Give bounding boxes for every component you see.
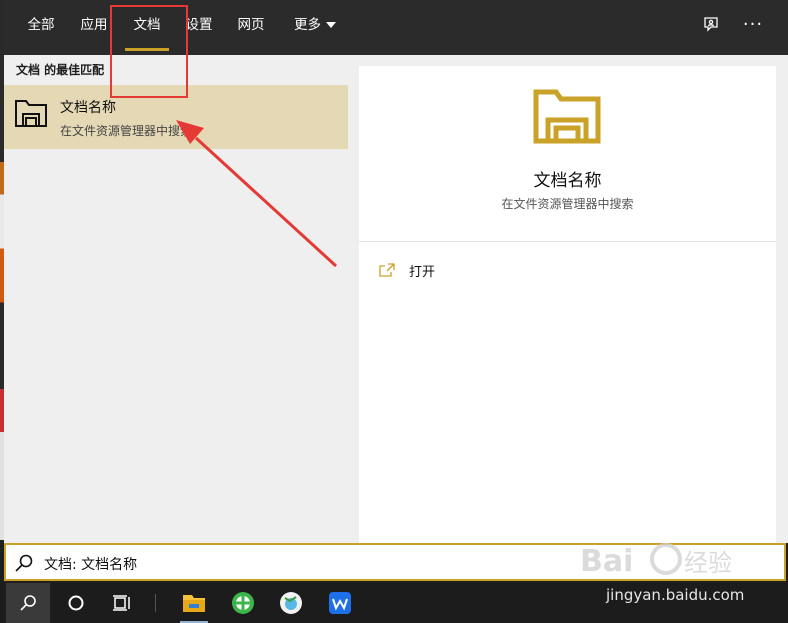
preview-pane: 文档名称 在文件资源管理器中搜索 打开: [359, 66, 776, 543]
folder-icon: [15, 100, 47, 127]
result-name: 文档名称: [60, 100, 116, 116]
result-subtitle: 在文件资源管理器中搜索: [60, 124, 193, 138]
app-taskbar-button[interactable]: [271, 583, 311, 623]
app-icon: [280, 592, 302, 614]
browser-taskbar-button[interactable]: [223, 583, 263, 623]
tab-web[interactable]: 网页: [228, 0, 274, 55]
tab-more[interactable]: 更多: [284, 0, 346, 55]
watermark-url: jingyan.baidu.com: [606, 586, 745, 604]
search-input[interactable]: 文档: 文档名称: [44, 554, 137, 574]
wps-icon: [329, 592, 351, 614]
cortana-button[interactable]: [56, 583, 96, 623]
results-pane: 文档 的最佳匹配 文档名称 在文件资源管理器中搜索: [4, 55, 348, 543]
search-scope-tabs: 全部 应用 文档 设置 网页 更多 ···: [4, 0, 788, 55]
tab-apps[interactable]: 应用: [72, 0, 116, 55]
more-options-icon[interactable]: ···: [742, 14, 764, 36]
task-view-icon: [113, 595, 130, 611]
svg-text:经验: 经验: [684, 549, 732, 577]
svg-text:Bai: Bai: [580, 544, 633, 579]
tab-documents[interactable]: 文档: [122, 0, 172, 55]
file-explorer-icon: [183, 595, 205, 612]
folder-icon: [533, 89, 601, 144]
preview-divider: [359, 241, 776, 242]
chevron-down-icon: [326, 22, 336, 28]
browser-icon: [232, 592, 254, 614]
baidu-watermark-logo: Bai 经验: [580, 543, 732, 579]
feedback-icon[interactable]: [700, 14, 722, 36]
file-explorer-taskbar-button[interactable]: [174, 583, 214, 623]
open-action[interactable]: 打开: [379, 259, 435, 281]
tab-settings[interactable]: 设置: [176, 0, 222, 55]
tab-all[interactable]: 全部: [18, 0, 64, 55]
taskbar-separator: [155, 594, 156, 612]
preview-title: 文档名称: [533, 171, 602, 191]
best-match-result[interactable]: 文档名称 在文件资源管理器中搜索: [4, 85, 348, 149]
open-icon: [379, 263, 395, 277]
preview-subtitle: 在文件资源管理器中搜索: [501, 197, 634, 211]
taskbar-search-button[interactable]: [6, 583, 50, 623]
search-icon: [20, 595, 36, 611]
cortana-icon: [68, 595, 84, 611]
search-icon: [15, 554, 33, 572]
wps-taskbar-button[interactable]: [320, 583, 360, 623]
task-view-button[interactable]: [102, 583, 142, 623]
best-match-heading: 文档 的最佳匹配: [16, 63, 105, 77]
open-action-label: 打开: [409, 264, 436, 280]
